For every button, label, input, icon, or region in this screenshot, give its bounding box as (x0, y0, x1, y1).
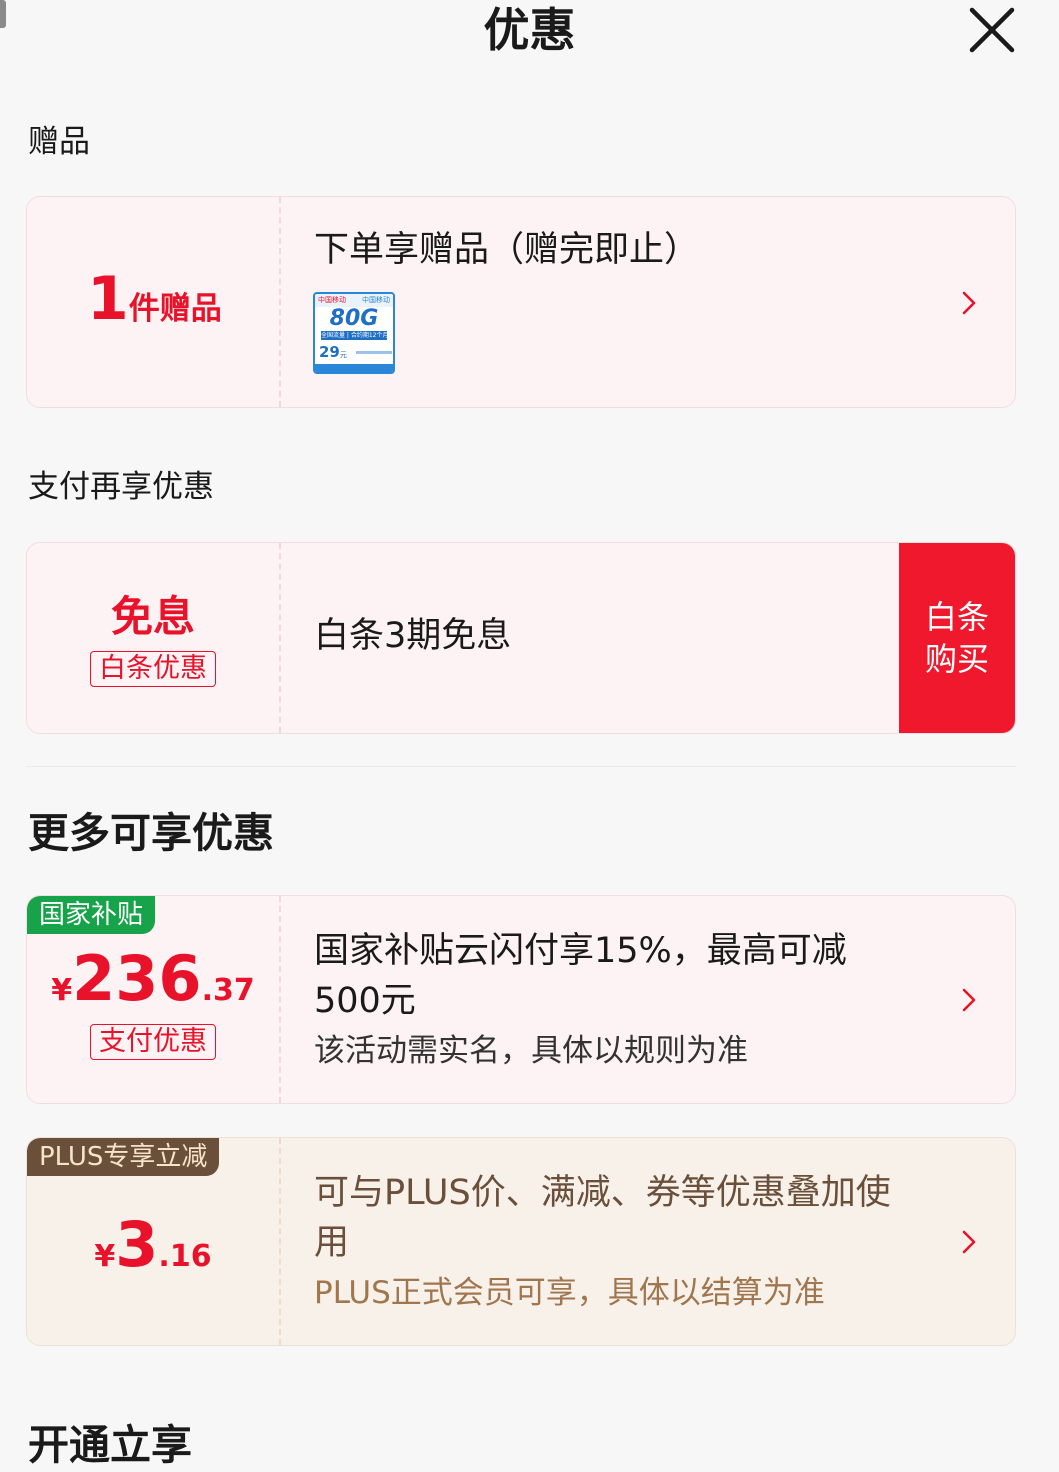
subsidy-amount-block: ¥236.37 支付优惠 (27, 896, 279, 1103)
baitiao-buy-line1: 白条 (924, 598, 989, 636)
thumb-price: 29 (319, 343, 340, 361)
gift-count-block: 1件赠品 (27, 197, 279, 407)
plus-note: PLUS正式会员可享，具体以结算为准 (314, 1275, 825, 1311)
subsidy-title: 国家补贴云闪付享15%，最高可减 500元 (314, 926, 847, 1026)
thumb-fine-print (355, 351, 392, 354)
interest-free-label: 免息 (110, 592, 195, 641)
card-divider (279, 197, 281, 407)
baitiao-buy-line2: 购买 (924, 640, 989, 678)
section-separator (26, 766, 1016, 767)
plus-amount-integer: 3 (115, 1208, 159, 1281)
chevron-right-icon[interactable] (959, 289, 979, 317)
chevron-right-icon[interactable] (959, 986, 979, 1014)
more-section-heading: 更多可享优惠 (28, 809, 274, 857)
subsidy-currency: ¥ (51, 973, 73, 1008)
plus-amount-decimal: .16 (158, 1239, 212, 1274)
thumb-data: 80G (329, 306, 379, 331)
gift-section-heading: 赠品 (28, 124, 90, 160)
plus-card[interactable]: PLUS专享立减 ¥3.16 可与PLUS价、满减、券等优惠叠加使 用 PLUS… (26, 1137, 1016, 1346)
chevron-right-icon[interactable] (959, 1228, 979, 1256)
subsidy-card[interactable]: 国家补贴 ¥236.37 支付优惠 国家补贴云闪付享15%，最高可减 500元 … (26, 895, 1016, 1104)
thumb-price-unit: 元 (339, 351, 347, 359)
subsidy-note: 该活动需实名，具体以规则为准 (314, 1033, 748, 1069)
gift-count: 1 (87, 264, 129, 334)
plus-title-line2: 用 (314, 1223, 350, 1263)
subsidy-amount-integer: 236 (72, 942, 202, 1015)
close-icon[interactable] (966, 4, 1018, 56)
card-divider (279, 896, 281, 1103)
subsidy-title-line2: 500元 (314, 981, 416, 1021)
gift-thumbnail[interactable]: 中国移动 中国移动 80G 全国流量 | 合约期12个月 29元 (313, 292, 395, 374)
baitiao-card[interactable]: 免息 白条优惠 白条3期免息 白条 购买 (26, 542, 1016, 734)
baitiao-tag: 白条优惠 (90, 651, 216, 687)
baitiao-desc: 白条3期免息 (314, 616, 512, 656)
subsidy-title-line1: 国家补贴云闪付享15%，最高可减 (314, 931, 847, 971)
open-section-heading: 开通立享 (28, 1421, 192, 1469)
baitiao-left-block: 免息 白条优惠 (27, 543, 279, 733)
subsidy-tag: 支付优惠 (90, 1024, 216, 1060)
gift-title: 下单享赠品（赠完即止） (314, 230, 700, 270)
thumb-footer (315, 364, 393, 372)
baitiao-buy-button[interactable]: 白条 购买 (899, 543, 1015, 733)
thumb-subtitle: 全国流量 | 合约期12个月 (321, 331, 387, 340)
pay-section-heading: 支付再享优惠 (28, 469, 214, 505)
gift-count-unit: 件赠品 (128, 291, 222, 327)
plus-title: 可与PLUS价、满减、券等优惠叠加使 用 (314, 1168, 891, 1268)
plus-title-line1: 可与PLUS价、满减、券等优惠叠加使 (314, 1173, 891, 1213)
gift-card[interactable]: 1件赠品 下单享赠品（赠完即止） 中国移动 中国移动 80G 全国流量 | 合约… (26, 196, 1016, 408)
card-divider (279, 1138, 281, 1345)
plus-amount-block: ¥3.16 (27, 1138, 279, 1345)
card-divider (279, 543, 281, 733)
subsidy-amount-decimal: .37 (201, 973, 255, 1008)
page-title: 优惠 (483, 3, 576, 57)
plus-currency: ¥ (94, 1239, 116, 1274)
